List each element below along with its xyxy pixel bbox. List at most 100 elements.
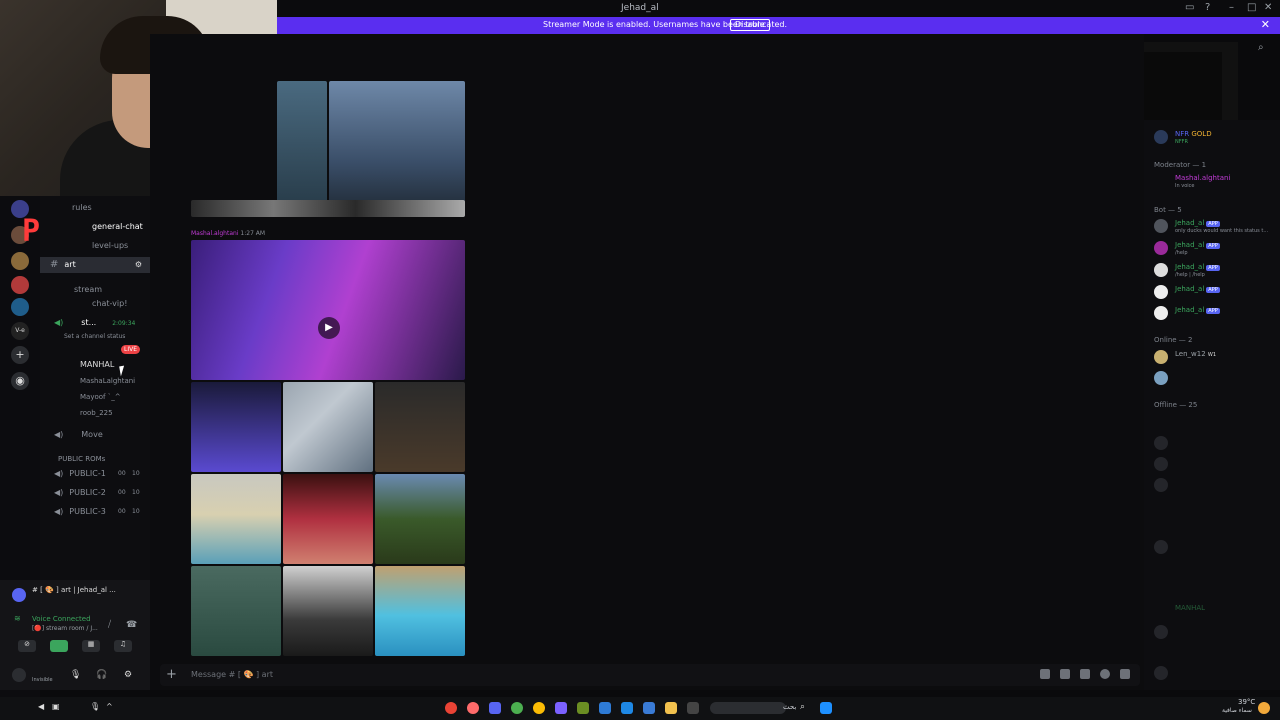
app-icon[interactable] bbox=[687, 702, 699, 714]
channel-label: PUBLIC-1 bbox=[69, 469, 106, 478]
image-attachment[interactable] bbox=[283, 382, 373, 472]
server-icon[interactable] bbox=[11, 276, 29, 294]
video-icon[interactable]: ⊘ bbox=[18, 640, 36, 652]
app-icon[interactable] bbox=[467, 702, 479, 714]
avatar bbox=[1154, 436, 1168, 450]
server-icon[interactable] bbox=[11, 252, 29, 270]
activities-icon[interactable]: ▦ bbox=[82, 640, 100, 652]
image-attachment[interactable] bbox=[329, 81, 465, 217]
server-icon[interactable]: V-e bbox=[11, 322, 29, 340]
voice-channel-path[interactable]: [🔴] stream room / J... bbox=[32, 625, 98, 632]
minimize-icon[interactable]: – bbox=[1229, 2, 1234, 13]
voice-connected-label[interactable]: Voice Connected bbox=[32, 615, 91, 623]
store-icon[interactable] bbox=[643, 702, 655, 714]
microphone-icon[interactable]: 🎙 bbox=[70, 670, 81, 680]
user-status-label: Invisible bbox=[32, 677, 53, 683]
voice-timer: 2:09:34 bbox=[112, 320, 136, 327]
message-composer[interactable]: + Message # [ 🎨 ] art bbox=[160, 664, 1140, 686]
play-icon[interactable]: ▶ bbox=[318, 317, 340, 339]
folder-icon[interactable] bbox=[665, 702, 677, 714]
category-public-roms[interactable]: PUBLIC ROMs bbox=[58, 451, 105, 467]
screen-share-icon[interactable] bbox=[50, 640, 68, 652]
maximize-icon[interactable]: □ bbox=[1247, 2, 1256, 13]
image-attachment[interactable] bbox=[277, 81, 327, 217]
channel-art[interactable]: # art ⚙ bbox=[40, 257, 150, 273]
message-input[interactable]: Message # [ 🎨 ] art bbox=[191, 670, 273, 679]
user-limit: 10 bbox=[132, 489, 140, 496]
app-icon[interactable] bbox=[621, 702, 633, 714]
channel-general-chat[interactable]: general-chat bbox=[92, 219, 143, 235]
disable-streamer-mode-button[interactable]: Disable bbox=[730, 19, 770, 31]
gift-icon[interactable] bbox=[1040, 669, 1050, 679]
voice-channel-move[interactable]: ◀) Move bbox=[54, 427, 103, 443]
image-attachment[interactable] bbox=[375, 474, 465, 564]
game-icon[interactable] bbox=[555, 702, 567, 714]
voice-channel-public-3[interactable]: ◀) PUBLIC-3 00 10 bbox=[54, 504, 140, 520]
image-attachment[interactable] bbox=[191, 382, 281, 472]
image-attachment[interactable] bbox=[191, 200, 465, 217]
voice-user-mashal[interactable]: MashaLalghtani bbox=[80, 373, 135, 389]
chevron-up-icon[interactable]: ^ bbox=[106, 702, 118, 714]
mic-icon[interactable]: 🎙 bbox=[90, 702, 102, 714]
close-window-icon[interactable]: ✕ bbox=[1264, 2, 1272, 13]
member-name: MANHAL bbox=[1175, 604, 1206, 612]
gif-icon[interactable] bbox=[1060, 669, 1070, 679]
add-attachment-icon[interactable]: + bbox=[166, 667, 177, 682]
chrome-icon[interactable] bbox=[445, 702, 457, 714]
image-attachment[interactable] bbox=[191, 474, 281, 564]
image-attachment[interactable] bbox=[283, 474, 373, 564]
volume-icon[interactable]: ◀ bbox=[38, 702, 50, 714]
discord-icon[interactable] bbox=[489, 702, 501, 714]
discover-icon[interactable]: ◉ bbox=[11, 372, 29, 390]
weather-temperature: 39°C bbox=[1238, 698, 1256, 706]
search-icon[interactable]: ⌕ bbox=[1258, 42, 1264, 53]
app-icon[interactable] bbox=[599, 702, 611, 714]
voice-user-manhal[interactable]: MANHAL bbox=[80, 357, 114, 373]
image-attachment[interactable] bbox=[375, 566, 465, 656]
add-server-icon[interactable]: + bbox=[11, 346, 29, 364]
server-icon[interactable] bbox=[11, 298, 29, 316]
image-attachment[interactable] bbox=[375, 382, 465, 472]
message-author[interactable]: Mashal.alghtani bbox=[191, 230, 239, 237]
taskbar-search[interactable] bbox=[710, 702, 786, 714]
disconnect-icon[interactable]: ☎ bbox=[126, 620, 137, 630]
channel-status-hint[interactable]: Set a channel status bbox=[64, 329, 125, 345]
search-icon[interactable]: ⌕ bbox=[800, 702, 812, 714]
channel-rules[interactable]: rules bbox=[72, 200, 92, 216]
noise-suppression-icon[interactable]: ⧸ bbox=[108, 620, 111, 630]
start-icon[interactable] bbox=[820, 702, 832, 714]
image-attachment[interactable] bbox=[283, 566, 373, 656]
emoji-icon[interactable] bbox=[1100, 669, 1110, 679]
minecraft-icon[interactable] bbox=[577, 702, 589, 714]
member-name: NFR GOLD bbox=[1175, 130, 1212, 138]
settings-icon[interactable]: ⚙ bbox=[135, 257, 142, 273]
browser-icon[interactable] bbox=[511, 702, 523, 714]
headphones-icon[interactable]: 🎧 bbox=[96, 670, 107, 680]
image-attachment[interactable] bbox=[191, 566, 281, 656]
voice-user-roob[interactable]: roob_225 bbox=[80, 405, 113, 421]
user-avatar[interactable] bbox=[12, 668, 26, 682]
app-badge: APP bbox=[1206, 243, 1220, 249]
stream-channel-label[interactable]: # [ 🎨 ] art | Jehad_al ... bbox=[32, 586, 116, 594]
network-icon[interactable]: ▣ bbox=[52, 702, 64, 714]
sticker-icon[interactable] bbox=[1080, 669, 1090, 679]
voice-channel-public-2[interactable]: ◀) PUBLIC-2 00 10 bbox=[54, 485, 140, 501]
close-banner-icon[interactable]: ✕ bbox=[1261, 18, 1270, 31]
user-count: 00 bbox=[118, 489, 126, 496]
apps-icon[interactable] bbox=[1120, 669, 1130, 679]
video-attachment[interactable] bbox=[191, 240, 465, 380]
inbox-icon[interactable]: ▭ bbox=[1185, 2, 1194, 13]
voice-user-mayoof[interactable]: Mayoof `_^ bbox=[80, 389, 121, 405]
channel-label: stream bbox=[74, 285, 103, 294]
taskbar: بحث ⌕ 39°C سماء صافية ◀ ▣ 🎙 ^ bbox=[0, 697, 1280, 720]
channel-chat-vip[interactable]: chat-vip! bbox=[92, 296, 127, 312]
voice-channel-public-1[interactable]: ◀) PUBLIC-1 00 10 bbox=[54, 466, 140, 482]
chrome-icon[interactable] bbox=[533, 702, 545, 714]
help-icon[interactable]: ? bbox=[1205, 2, 1210, 13]
user-settings-icon[interactable]: ⚙ bbox=[124, 670, 132, 680]
channel-level-ups[interactable]: level-ups bbox=[92, 238, 128, 254]
avatar bbox=[1154, 285, 1168, 299]
user-count: 00 bbox=[118, 470, 126, 477]
soundboard-icon[interactable]: ♫ bbox=[114, 640, 132, 652]
member-sub: In voice bbox=[1175, 183, 1195, 189]
